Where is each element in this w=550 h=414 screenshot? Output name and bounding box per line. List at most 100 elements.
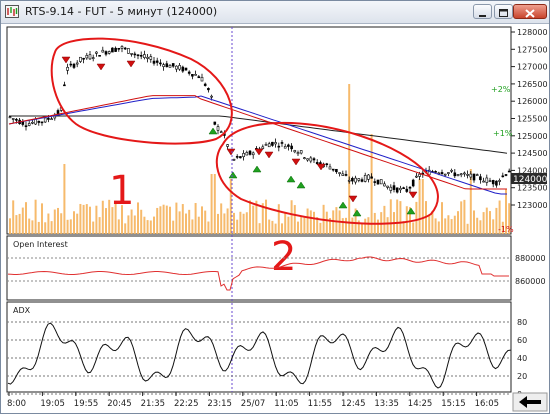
candle-body: [245, 152, 249, 156]
candle-body: [383, 183, 386, 187]
candle-body: [184, 67, 188, 71]
time-tick-label: 25/07: [241, 399, 265, 409]
volume-bar: [415, 201, 418, 234]
candle-body: [79, 56, 82, 62]
candle-body: [146, 56, 149, 59]
candle-body: [264, 144, 268, 146]
candle-body: [95, 51, 98, 54]
candle-body: [11, 118, 15, 120]
chart-app-icon: [5, 5, 19, 18]
candle-body: [200, 76, 204, 82]
close-icon: [525, 9, 535, 18]
volume-bar: [428, 215, 431, 234]
candle-body: [360, 179, 364, 182]
time-tick-label: 11:55: [308, 399, 333, 409]
window-title: RTS-9.14 - FUT - 5 минут (124000): [25, 5, 218, 18]
volume-bar: [124, 223, 127, 234]
volume-bar: [284, 212, 287, 234]
candle-body: [210, 95, 213, 98]
candle-body: [338, 172, 341, 174]
volume-bar: [15, 215, 18, 234]
candle-body: [139, 54, 143, 57]
candle-body: [498, 180, 501, 182]
candle-body: [37, 120, 41, 123]
volume-bar: [463, 199, 466, 234]
candle-body: [143, 54, 146, 58]
candle-body: [191, 74, 194, 77]
maximize-button[interactable]: [494, 4, 513, 19]
candle-body: [367, 174, 370, 180]
volume-bar: [217, 213, 219, 234]
candle-body: [104, 51, 108, 55]
candle-body: [15, 118, 18, 121]
chart-area[interactable]: 128000 127500 127000 126500 126000 125500 1250…: [1, 24, 549, 414]
price-tick-label: 125000: [517, 132, 548, 141]
adx-tick-label: 20: [517, 372, 527, 381]
candle-body: [504, 174, 508, 176]
volume-bar: [341, 218, 344, 234]
volume-bar: [386, 217, 389, 234]
price-tick-label: 127500: [517, 45, 548, 54]
candle-body: [136, 54, 140, 57]
candle-body: [306, 158, 309, 161]
volume-bar: [172, 220, 175, 234]
candle-body: [469, 173, 473, 178]
candle-body: [82, 57, 85, 60]
adx-panel[interactable]: [6, 301, 512, 393]
volume-bar: [319, 222, 322, 234]
price-tick-label: 128000: [517, 28, 548, 37]
candle-body: [120, 46, 124, 49]
candle-body: [434, 171, 437, 173]
candle-body: [475, 174, 479, 176]
volume-bar: [220, 203, 223, 234]
volume-bar: [28, 218, 31, 234]
candle-body: [463, 172, 466, 175]
candle-body: [450, 169, 453, 172]
title-bar[interactable]: RTS-9.14 - FUT - 5 минут (124000): [1, 1, 549, 24]
candle-body: [277, 145, 281, 148]
candle-body: [405, 188, 409, 192]
price-tick-label: 125500: [517, 115, 548, 124]
candle-body: [123, 47, 127, 50]
candle-body: [303, 157, 306, 159]
candle-body: [43, 117, 47, 123]
volume-bar: [405, 206, 408, 234]
volume-bar: [204, 210, 207, 234]
chart-window: RTS-9.14 - FUT - 5 минут (124000) 128000…: [0, 0, 550, 414]
time-tick-label: 11:05: [274, 399, 299, 409]
candle-body: [133, 53, 137, 56]
candle-body: [98, 55, 101, 57]
volume-bar: [85, 204, 88, 234]
candle-body: [482, 180, 485, 183]
candle-body: [162, 64, 165, 67]
open-interest-panel[interactable]: [6, 235, 512, 301]
candle-body: [331, 168, 335, 171]
volume-bar: [421, 179, 424, 234]
candle-body: [239, 156, 242, 159]
volume-bar: [233, 212, 235, 234]
volume-bar: [213, 174, 216, 234]
volume-bar: [175, 202, 178, 234]
open-interest-title: Open Interest: [13, 240, 68, 249]
close-button[interactable]: [513, 4, 547, 19]
volume-bar: [201, 206, 203, 234]
volume-bar: [297, 221, 299, 234]
candle-body: [376, 179, 380, 185]
volume-bar: [489, 211, 491, 234]
volume-bar: [364, 218, 367, 234]
candle-body: [299, 150, 303, 154]
volume-bar: [377, 219, 379, 234]
candle-body: [248, 150, 252, 155]
candle-body: [335, 168, 338, 173]
volume-bar: [185, 213, 187, 234]
time-tick-label: 20:45: [107, 399, 132, 409]
candle-body: [296, 152, 300, 155]
volume-bar: [194, 203, 197, 234]
volume-bar: [418, 179, 421, 234]
volume-bar: [76, 213, 79, 234]
candle-body: [267, 143, 271, 148]
candle-body: [293, 150, 297, 153]
candle-body: [216, 126, 220, 131]
volume-bar: [300, 216, 303, 234]
minimize-button[interactable]: [473, 4, 492, 19]
